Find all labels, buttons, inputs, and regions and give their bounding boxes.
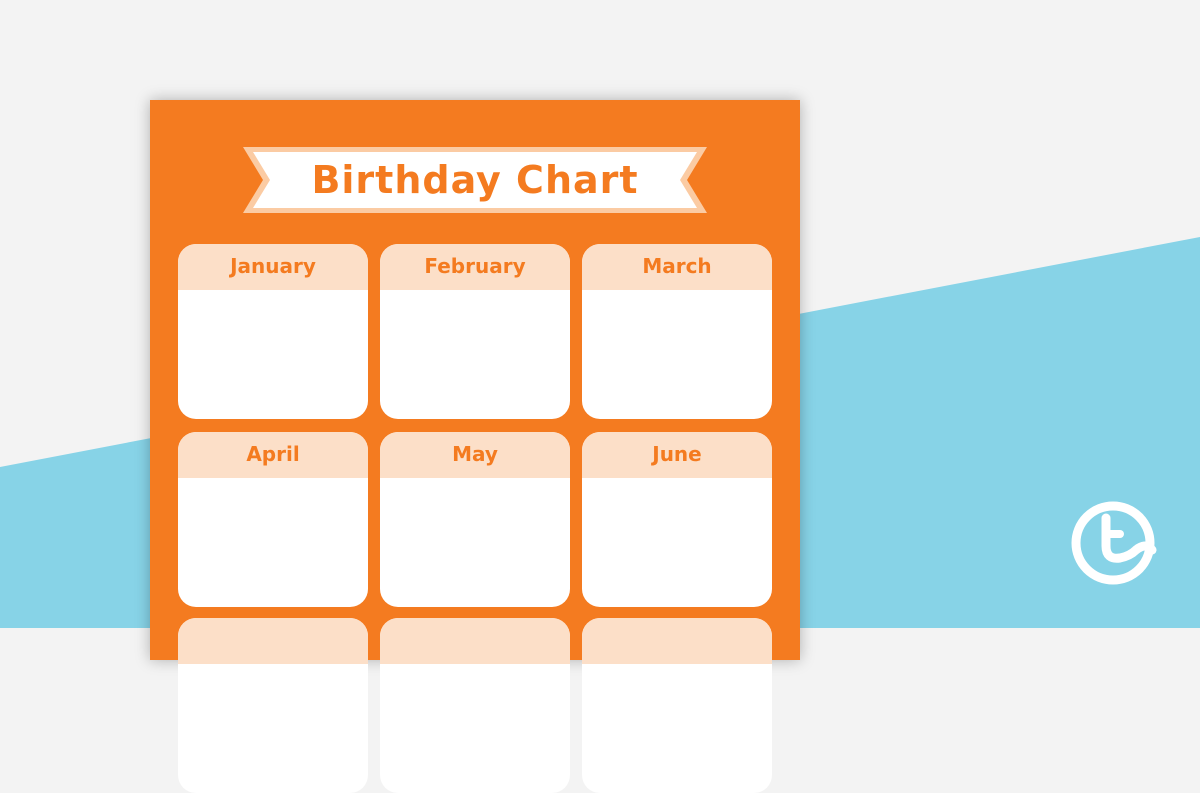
- month-card-february: February: [380, 244, 570, 419]
- page-title: Birthday Chart: [311, 158, 639, 202]
- month-label: [582, 618, 772, 664]
- month-label: January: [178, 244, 368, 290]
- month-card-row3-col3: [582, 618, 772, 793]
- month-card-january: January: [178, 244, 368, 419]
- month-label: February: [380, 244, 570, 290]
- teach-starter-logo-icon: [1071, 501, 1157, 585]
- month-card-row3-col1: [178, 618, 368, 793]
- month-label: June: [582, 432, 772, 478]
- month-card-june: June: [582, 432, 772, 607]
- month-card-march: March: [582, 244, 772, 419]
- title-banner: Birthday Chart: [243, 147, 707, 213]
- month-card-row3-col2: [380, 618, 570, 793]
- month-card-april: April: [178, 432, 368, 607]
- month-card-may: May: [380, 432, 570, 607]
- month-label: May: [380, 432, 570, 478]
- month-label: [178, 618, 368, 664]
- birthday-chart-page: Birthday Chart January February March Ap…: [150, 100, 800, 793]
- month-label: [380, 618, 570, 664]
- month-label: March: [582, 244, 772, 290]
- month-label: April: [178, 432, 368, 478]
